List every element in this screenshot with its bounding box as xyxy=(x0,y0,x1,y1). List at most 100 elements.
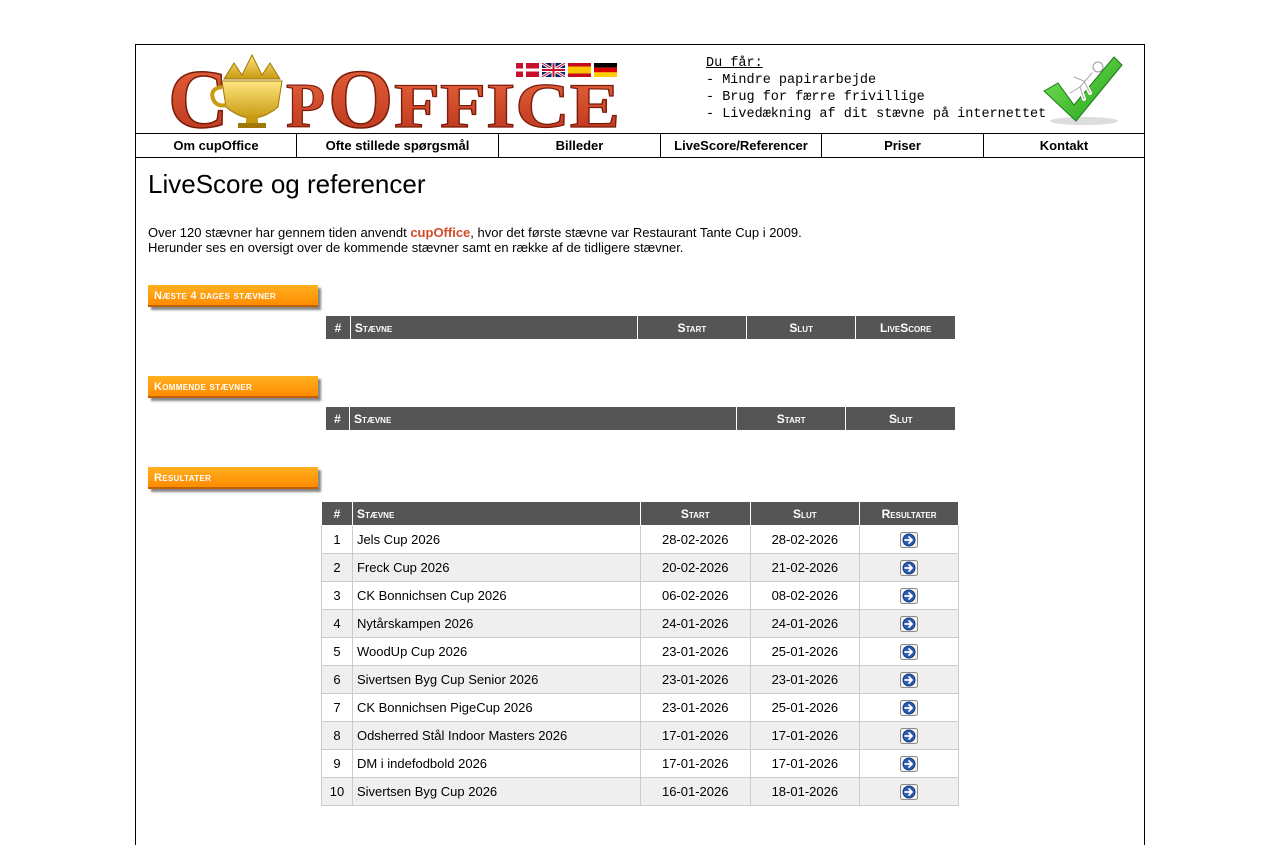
flag-germany-icon[interactable] xyxy=(594,63,617,77)
table-row: 1 Jels Cup 2026 28-02-2026 28-02-2026 xyxy=(321,525,959,554)
nav-billeder[interactable]: Billeder xyxy=(499,134,661,157)
intro-text-part2: , hvor det første stævne var Restaurant … xyxy=(470,225,802,240)
row-results-link[interactable] xyxy=(859,721,959,750)
language-flags xyxy=(516,63,620,77)
arrow-right-circle-icon[interactable] xyxy=(900,699,919,716)
row-start-date: 23-01-2026 xyxy=(639,637,751,666)
row-results-link[interactable] xyxy=(859,581,959,610)
nav-priser[interactable]: Priser xyxy=(822,134,984,157)
row-staevne-name: CK Bonnichsen PigeCup 2026 xyxy=(351,693,641,722)
col-resultater: Resultater xyxy=(859,502,959,526)
arrow-right-circle-icon[interactable] xyxy=(900,587,919,604)
table-row: 6 Sivertsen Byg Cup Senior 2026 23-01-2026… xyxy=(321,665,959,694)
tagline: Du får: - Mindre papirarbejde - Brug for… xyxy=(706,55,1046,123)
cupoffice-logo[interactable]: C P O FFICE xyxy=(167,49,623,147)
row-end-date: 25-01-2026 xyxy=(749,637,861,666)
results-table: # Stævne Start Slut Resultater 1 Jels Cup… xyxy=(321,502,959,806)
arrow-right-circle-icon[interactable] xyxy=(900,559,919,576)
row-number: 10 xyxy=(321,777,353,806)
col-staevne: Stævne xyxy=(351,502,641,526)
row-start-date: 24-01-2026 xyxy=(639,609,751,638)
intro-text: Over 120 stævner har gennem tiden anvend… xyxy=(148,225,802,255)
intro-brand-name: cupOffice xyxy=(410,225,471,240)
row-end-date: 17-01-2026 xyxy=(749,721,861,750)
tagline-line: - Mindre papirarbejde xyxy=(706,73,877,88)
arrow-right-circle-icon[interactable] xyxy=(900,615,919,632)
arrow-right-circle-icon[interactable] xyxy=(900,783,919,800)
table-row: 8 Odsherred Stål Indoor Masters 2026 17-01… xyxy=(321,721,959,750)
row-start-date: 06-02-2026 xyxy=(639,581,751,610)
intro-text-part1: Over 120 stævner har gennem tiden anvend… xyxy=(148,225,411,240)
row-start-date: 23-01-2026 xyxy=(639,693,751,722)
row-number: 4 xyxy=(321,609,353,638)
row-staevne-name: Jels Cup 2026 xyxy=(351,525,641,554)
row-results-link[interactable] xyxy=(859,693,959,722)
row-staevne-name: DM i indefodbold 2026 xyxy=(351,749,641,778)
nav-kontakt[interactable]: Kontakt xyxy=(984,134,1144,157)
row-start-date: 17-01-2026 xyxy=(639,749,751,778)
section-heading-next4: Næste 4 dages stævner xyxy=(148,285,318,307)
svg-text:C: C xyxy=(168,53,229,131)
col-staevne: Stævne xyxy=(348,407,737,431)
row-results-link[interactable] xyxy=(859,525,959,554)
table-row: 2 Freck Cup 2026 20-02-2026 21-02-2026 xyxy=(321,553,959,582)
nav-faq[interactable]: Ofte stillede spørgsmål xyxy=(297,134,499,157)
tagline-heading: Du får: xyxy=(706,56,763,71)
arrow-right-circle-icon[interactable] xyxy=(900,671,919,688)
col-number: # xyxy=(321,502,353,526)
col-number: # xyxy=(325,407,350,431)
intro-text-line2: Herunder ses en oversigt over de kommend… xyxy=(148,240,684,255)
svg-text:P: P xyxy=(286,70,325,131)
row-staevne-name: Odsherred Stål Indoor Masters 2026 xyxy=(351,721,641,750)
row-staevne-name: Sivertsen Byg Cup 2026 xyxy=(351,777,641,806)
row-number: 3 xyxy=(321,581,353,610)
row-number: 8 xyxy=(321,721,353,750)
nav-om-cupoffice[interactable]: Om cupOffice xyxy=(136,134,297,157)
tagline-line: - Brug for færre frivillige xyxy=(706,90,925,105)
next4-table: # Stævne Start Slut LiveScore xyxy=(325,316,956,340)
row-end-date: 21-02-2026 xyxy=(749,553,861,582)
arrow-right-circle-icon[interactable] xyxy=(900,643,919,660)
arrow-right-circle-icon[interactable] xyxy=(900,755,919,772)
section-heading-upcoming: Kommende stævner xyxy=(148,376,318,398)
row-number: 7 xyxy=(321,693,353,722)
row-results-link[interactable] xyxy=(859,749,959,778)
nav-livescore-referencer[interactable]: LiveScore/Referencer xyxy=(661,134,822,157)
table-row: 10 Sivertsen Byg Cup 2026 16-01-2026 18-01-… xyxy=(321,777,959,806)
row-results-link[interactable] xyxy=(859,553,959,582)
row-number: 5 xyxy=(321,637,353,666)
flag-uk-icon[interactable] xyxy=(542,63,565,77)
flag-spain-icon[interactable] xyxy=(568,63,591,77)
col-slut: Slut xyxy=(746,316,857,340)
header: C P O FFICE Du får: - Mindre papirarbejd… xyxy=(136,45,1144,147)
table-row: 5 WoodUp Cup 2026 23-01-2026 25-01-2026 xyxy=(321,637,959,666)
row-end-date: 23-01-2026 xyxy=(749,665,861,694)
row-results-link[interactable] xyxy=(859,609,959,638)
row-end-date: 08-02-2026 xyxy=(749,581,861,610)
flag-denmark-icon[interactable] xyxy=(516,63,539,77)
section-heading-results: Resultater xyxy=(148,467,318,489)
main-nav: Om cupOffice Ofte stillede spørgsmål Bil… xyxy=(136,133,1144,158)
col-number: # xyxy=(325,316,351,340)
table-row: 7 CK Bonnichsen PigeCup 2026 23-01-2026 25-… xyxy=(321,693,959,722)
tagline-line: - Livedækning af dit stævne på internett… xyxy=(706,107,1047,122)
col-start: Start xyxy=(735,407,847,431)
row-staevne-name: CK Bonnichsen Cup 2026 xyxy=(351,581,641,610)
row-number: 9 xyxy=(321,749,353,778)
table-row: 3 CK Bonnichsen Cup 2026 06-02-2026 08-02-2… xyxy=(321,581,959,610)
row-number: 2 xyxy=(321,553,353,582)
row-staevne-name: Sivertsen Byg Cup Senior 2026 xyxy=(351,665,641,694)
row-start-date: 20-02-2026 xyxy=(639,553,751,582)
row-end-date: 18-01-2026 xyxy=(749,777,861,806)
row-results-link[interactable] xyxy=(859,665,959,694)
row-results-link[interactable] xyxy=(859,637,959,666)
upcoming-table: # Stævne Start Slut xyxy=(325,407,956,431)
row-start-date: 28-02-2026 xyxy=(639,525,751,554)
arrow-right-circle-icon[interactable] xyxy=(900,727,919,744)
row-end-date: 25-01-2026 xyxy=(749,693,861,722)
row-results-link[interactable] xyxy=(859,777,959,806)
svg-text:O: O xyxy=(328,53,393,131)
col-start: Start xyxy=(639,502,751,526)
row-start-date: 17-01-2026 xyxy=(639,721,751,750)
arrow-right-circle-icon[interactable] xyxy=(900,531,919,548)
